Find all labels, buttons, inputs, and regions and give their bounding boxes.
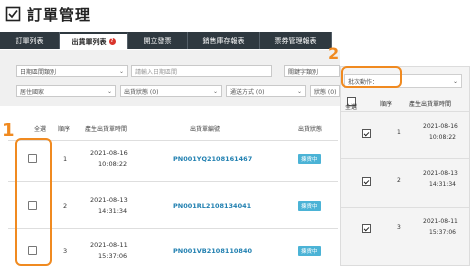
shipping-method-select[interactable]: 通送方式 (0) ⌄ bbox=[226, 85, 306, 97]
select-value: 狀態 (0) bbox=[314, 88, 337, 96]
header-time: 產生出貨單時間 bbox=[85, 126, 128, 133]
row-seq: 3 bbox=[63, 247, 68, 255]
callout-number-2: 2 bbox=[328, 44, 340, 63]
tab-bar: 訂單列表 出貨單列表? 開立發票 銷售庫存報表 票券管理報表 bbox=[0, 32, 332, 49]
batch-panel: 批次動作： ⌄ 全選 順序 產生出貨單時間 1 2021-08-16 10:08:… bbox=[340, 66, 470, 266]
panel-header: 全選 順序 產生出貨單時間 bbox=[341, 95, 471, 111]
callout-highlight-batch-action bbox=[341, 66, 402, 88]
row-time: 10:08:22 bbox=[98, 160, 128, 168]
row-date: 2021-08-16 bbox=[90, 149, 128, 157]
tab-shipment-list[interactable]: 出貨單列表? bbox=[60, 32, 128, 49]
divider bbox=[8, 181, 338, 182]
filter-area: 日期區間類別 ⌄ 請輸入日期區間 關鍵字類別 居住國家 ⌄ 出貨狀態 (0) ⌄ 通送… bbox=[0, 50, 340, 106]
select-value: 通送方式 (0) bbox=[230, 88, 265, 96]
row-seq: 3 bbox=[397, 224, 401, 231]
header-order-no: 出貨單編號 bbox=[190, 126, 221, 133]
row-time: 15:37:06 bbox=[429, 229, 456, 236]
date-range-input[interactable]: 請輸入日期區間 bbox=[131, 65, 272, 77]
select-value: 出貨狀態 (0) bbox=[124, 88, 159, 96]
row-time: 10:08:22 bbox=[429, 134, 456, 141]
extra-status-select[interactable]: 狀態 (0) bbox=[310, 85, 340, 97]
tab-sales-inventory-report[interactable]: 銷售庫存報表 bbox=[188, 32, 260, 49]
divider bbox=[341, 158, 469, 159]
table-row: 1 2021-08-16 10:08:22 PN001YQ2108161467 … bbox=[8, 141, 338, 181]
status-badge: 揀貨中 bbox=[298, 246, 321, 256]
status-badge: 揀貨中 bbox=[298, 201, 321, 211]
page-title: 訂單管理 bbox=[27, 5, 92, 24]
divider bbox=[341, 111, 469, 112]
row-date: 2021-08-16 bbox=[423, 123, 458, 130]
header-status: 出貨狀態 bbox=[298, 126, 323, 133]
panel-header-time: 產生出貨單時間 bbox=[409, 101, 452, 108]
row-date: 2021-08-13 bbox=[423, 170, 458, 177]
chevron-down-icon: ⌄ bbox=[106, 88, 112, 95]
panel-row: 1 2021-08-16 10:08:22 bbox=[341, 117, 471, 157]
tab-ticket-report[interactable]: 票券管理報表 bbox=[260, 32, 332, 49]
row-date: 2021-08-11 bbox=[90, 241, 128, 249]
input-placeholder: 請輸入日期區間 bbox=[135, 68, 178, 76]
tab-label: 票券管理報表 bbox=[274, 36, 317, 45]
row-seq: 2 bbox=[397, 177, 401, 184]
row-checkbox-checked[interactable] bbox=[362, 177, 371, 186]
tab-label: 出貨單列表 bbox=[71, 37, 107, 46]
checklist-icon bbox=[5, 6, 21, 22]
country-select[interactable]: 居住國家 ⌄ bbox=[16, 85, 116, 97]
shipping-status-select[interactable]: 出貨狀態 (0) ⌄ bbox=[120, 85, 222, 97]
chevron-down-icon: ⌄ bbox=[212, 88, 218, 95]
date-range-type-select[interactable]: 日期區間類別 ⌄ bbox=[16, 65, 128, 77]
order-number-link[interactable]: PN001YQ2108161467 bbox=[173, 155, 252, 163]
row-date: 2021-08-13 bbox=[90, 196, 128, 204]
tab-issue-invoice[interactable]: 開立發票 bbox=[128, 32, 188, 49]
row-seq: 2 bbox=[63, 202, 68, 210]
panel-row: 3 2021-08-11 15:37:06 bbox=[341, 210, 471, 250]
order-number-link[interactable]: PN001RL2108134041 bbox=[173, 202, 251, 210]
panel-row: 2 2021-08-13 14:31:34 bbox=[341, 163, 471, 203]
chevron-down-icon: ⌄ bbox=[296, 88, 302, 95]
table-row: 3 2021-08-11 15:37:06 PN001VB2108110840 … bbox=[8, 230, 338, 270]
header-seq: 順序 bbox=[58, 126, 71, 133]
row-time: 14:31:34 bbox=[98, 207, 128, 215]
row-seq: 1 bbox=[397, 129, 401, 136]
row-time: 14:31:34 bbox=[429, 181, 456, 188]
select-value: 居住國家 bbox=[20, 88, 45, 96]
tab-order-list[interactable]: 訂單列表 bbox=[0, 32, 60, 49]
table-row: 2 2021-08-13 14:31:34 PN001RL2108134041 … bbox=[8, 186, 338, 226]
keyword-type-select[interactable]: 關鍵字類別 bbox=[284, 65, 340, 77]
status-badge: 揀貨中 bbox=[298, 154, 321, 164]
divider bbox=[341, 207, 469, 208]
tab-label: 開立發票 bbox=[143, 36, 172, 45]
row-seq: 1 bbox=[63, 155, 68, 163]
order-number-link[interactable]: PN001VB2108110840 bbox=[173, 247, 252, 255]
page-header: 訂單管理 bbox=[5, 4, 91, 24]
tab-label: 銷售庫存報表 bbox=[202, 36, 245, 45]
row-date: 2021-08-11 bbox=[423, 218, 458, 225]
panel-header-seq: 順序 bbox=[380, 101, 393, 108]
chevron-down-icon: ⌄ bbox=[118, 68, 124, 75]
row-time: 15:37:06 bbox=[98, 252, 128, 260]
table-header: 全選 順序 產生出貨單時間 出貨單編號 出貨狀態 bbox=[8, 118, 338, 138]
row-checkbox-checked[interactable] bbox=[362, 129, 371, 138]
select-value: 關鍵字類別 bbox=[288, 68, 319, 76]
row-checkbox-checked[interactable] bbox=[362, 224, 371, 233]
divider bbox=[8, 228, 338, 229]
callout-number-1: 1 bbox=[2, 120, 15, 141]
tab-label: 訂單列表 bbox=[15, 36, 44, 45]
header-select-all[interactable]: 全選 bbox=[34, 124, 46, 133]
callout-highlight-checkboxes bbox=[15, 138, 52, 266]
select-value: 日期區間類別 bbox=[20, 68, 57, 76]
panel-header-select-all: 全選 bbox=[345, 104, 358, 111]
chevron-down-icon: ⌄ bbox=[452, 78, 458, 85]
help-badge-icon: ? bbox=[108, 38, 116, 45]
